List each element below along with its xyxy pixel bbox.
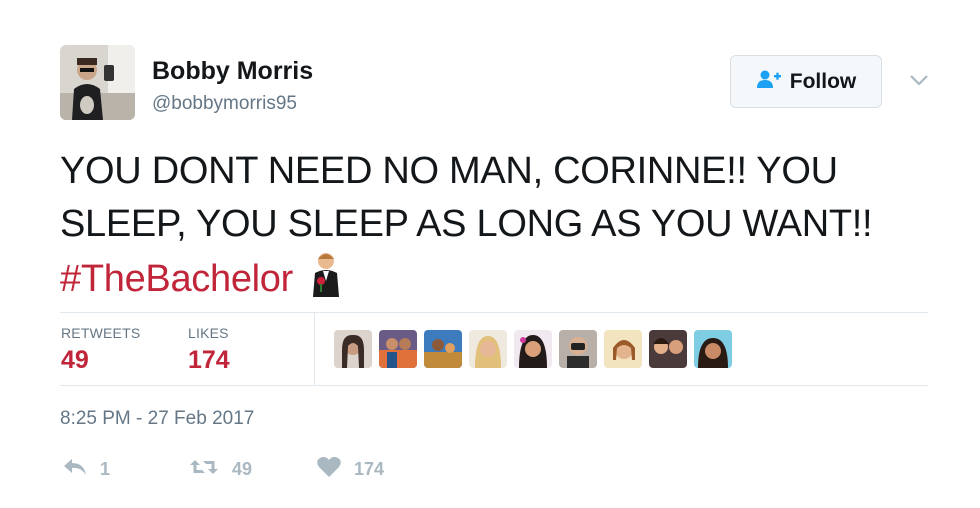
rose-bachelor-emoji-icon (309, 251, 343, 312)
retweet-button[interactable]: 49 (188, 456, 252, 483)
divider-vertical (314, 313, 315, 385)
tweet-text-line: SLEEP, YOU SLEEP AS LONG AS YOU WANT!! (60, 203, 873, 245)
liker-avatar[interactable] (379, 330, 417, 368)
liker-avatars (334, 330, 732, 368)
heart-icon (316, 456, 342, 483)
likes-count[interactable]: 174 (188, 346, 230, 375)
liker-avatar[interactable] (604, 330, 642, 368)
liker-avatar[interactable] (514, 330, 552, 368)
hashtag-link[interactable]: #TheBachelor (60, 258, 293, 300)
liker-avatar[interactable] (424, 330, 462, 368)
follow-button-label: Follow (789, 69, 857, 93)
liker-avatar[interactable] (649, 330, 687, 368)
like-button[interactable]: 174 (316, 456, 384, 483)
reply-icon (62, 456, 88, 483)
liker-avatar[interactable] (334, 330, 372, 368)
reply-button[interactable]: 1 (62, 456, 110, 483)
divider (60, 312, 928, 313)
retweet-count: 49 (232, 459, 253, 479)
chevron-down-icon[interactable] (908, 72, 930, 88)
author-avatar[interactable] (60, 45, 135, 120)
liker-avatar[interactable] (469, 330, 507, 368)
likes-label: LIKES (188, 325, 229, 341)
follow-button[interactable]: Follow (730, 55, 882, 108)
author-name[interactable]: Bobby Morris (152, 57, 313, 86)
like-count: 174 (354, 459, 385, 479)
author-handle[interactable]: @bobbymorris95 (152, 93, 297, 115)
liker-avatar[interactable] (694, 330, 732, 368)
reply-count: 1 (100, 459, 111, 479)
retweet-icon (188, 456, 220, 483)
add-user-icon (756, 69, 782, 94)
retweets-label: RETWEETS (61, 325, 141, 341)
liker-avatar[interactable] (559, 330, 597, 368)
tweet-text: YOU DONT NEED NO MAN, CORINNE!! YOU SLEE… (60, 145, 940, 312)
tweet-timestamp[interactable]: 8:25 PM - 27 Feb 2017 (60, 408, 254, 430)
retweets-count[interactable]: 49 (61, 346, 89, 375)
divider (60, 385, 928, 386)
tweet-text-line: YOU DONT NEED NO MAN, CORINNE!! YOU (60, 150, 838, 192)
